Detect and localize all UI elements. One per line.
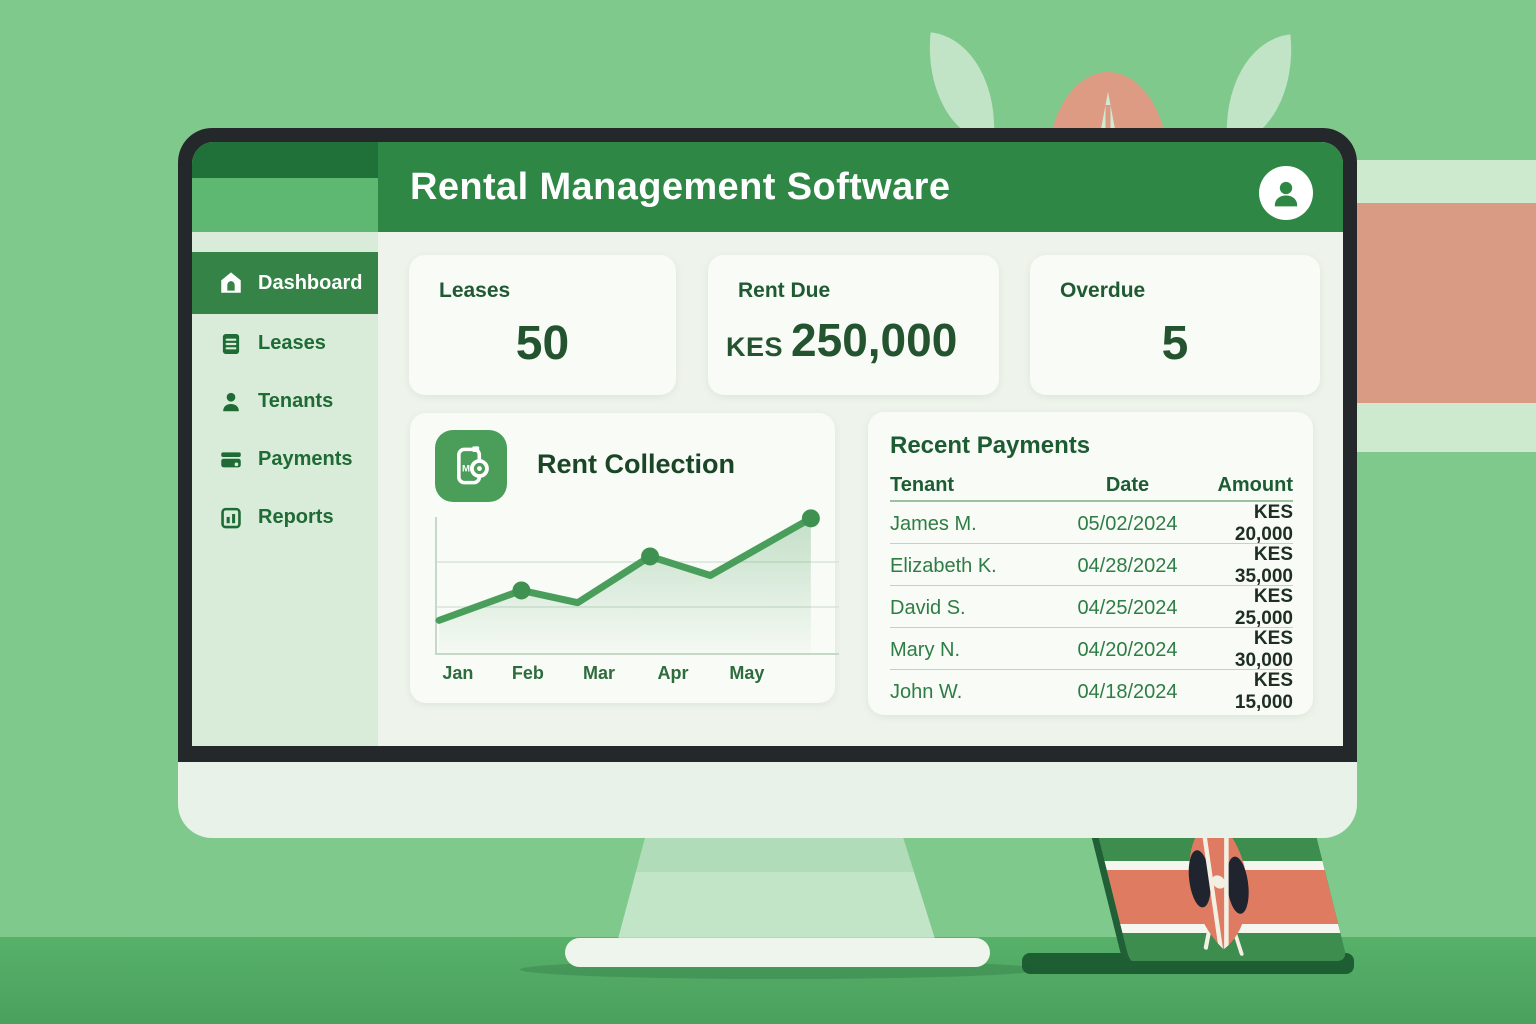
column-header-amount: Amount <box>1200 474 1293 497</box>
mobile-money-phone-icon: M <box>435 430 507 502</box>
x-axis-label: Apr <box>657 663 688 684</box>
sidebar-item-label: Leases <box>258 332 326 355</box>
svg-text:M: M <box>462 464 470 475</box>
rent-collection-card: M Rent Collection Jan Feb Mar Apr May <box>410 413 835 703</box>
x-axis-label: Feb <box>512 663 544 684</box>
x-axis-label: Jan <box>442 663 473 684</box>
table-row[interactable]: John W.04/18/2024KES 15,000 <box>890 670 1293 711</box>
home-icon <box>218 270 244 296</box>
tenant-cell: Elizabeth K. <box>890 555 1055 578</box>
stat-card-rent-due: Rent Due KES 250,000 <box>708 255 999 395</box>
x-axis-label: Mar <box>583 663 615 684</box>
sidebar-item-dashboard[interactable]: Dashboard <box>192 252 378 314</box>
table-title: Recent Payments <box>890 432 1090 460</box>
monitor-bezel: Rental Management Software Dashboard <box>178 128 1357 762</box>
date-cell: 04/18/2024 <box>1055 681 1200 704</box>
sidebar-item-label: Tenants <box>258 390 333 413</box>
stat-label: Leases <box>439 279 510 303</box>
screen: Rental Management Software Dashboard <box>192 142 1343 746</box>
user-avatar[interactable] <box>1259 166 1313 220</box>
chart-data-point <box>641 547 659 565</box>
sidebar-item-reports[interactable]: Reports <box>192 489 378 546</box>
page-title: Rental Management Software <box>410 142 950 232</box>
sidebar-item-leases[interactable]: Leases <box>192 315 378 372</box>
stat-card-overdue: Overdue 5 <box>1030 255 1320 395</box>
recent-payments-card: Recent Payments Tenant Date Amount James… <box>868 412 1313 715</box>
lease-document-icon <box>218 331 244 357</box>
person-icon <box>218 389 244 415</box>
amount-cell: KES 20,000 <box>1200 502 1293 546</box>
credit-card-icon <box>218 447 244 473</box>
sidebar-item-payments[interactable]: Payments <box>192 431 378 488</box>
stat-value: KES 250,000 <box>726 313 957 367</box>
table-row[interactable]: Elizabeth K.04/28/2024KES 35,000 <box>890 544 1293 586</box>
chart-data-point <box>802 509 820 527</box>
date-cell: 04/25/2024 <box>1055 597 1200 620</box>
chart-data-point <box>512 581 530 599</box>
date-cell: 05/02/2024 <box>1055 513 1200 536</box>
amount-cell: KES 30,000 <box>1200 628 1293 672</box>
user-avatar-icon <box>1266 173 1306 213</box>
monitor-stand-neck <box>618 838 935 939</box>
table-row[interactable]: James M.05/02/2024KES 20,000 <box>890 502 1293 544</box>
tenant-cell: John W. <box>890 681 1055 704</box>
table-row[interactable]: Mary N.04/20/2024KES 30,000 <box>890 628 1293 670</box>
table-row[interactable]: David S.04/25/2024KES 25,000 <box>890 586 1293 628</box>
table-header-row: Tenant Date Amount <box>890 470 1293 502</box>
amount-cell: KES 15,000 <box>1200 670 1293 714</box>
amount-cell: KES 25,000 <box>1200 586 1293 630</box>
chart-title: Rent Collection <box>537 449 735 480</box>
sidebar: Dashboard Leases Tenants <box>192 232 378 746</box>
sidebar-header-light <box>192 178 378 232</box>
payments-table: Tenant Date Amount James M.05/02/2024KES… <box>890 470 1293 711</box>
sidebar-header-dark <box>192 142 378 178</box>
column-header-date: Date <box>1055 474 1200 497</box>
tenant-cell: James M. <box>890 513 1055 536</box>
sidebar-item-label: Payments <box>258 448 353 471</box>
date-cell: 04/28/2024 <box>1055 555 1200 578</box>
payments-table-body: James M.05/02/2024KES 20,000Elizabeth K.… <box>890 502 1293 711</box>
x-axis-label: May <box>729 663 764 684</box>
column-header-tenant: Tenant <box>890 474 1055 497</box>
currency-label: KES <box>726 332 783 363</box>
monitor: Rental Management Software Dashboard <box>178 128 1357 838</box>
tenant-cell: Mary N. <box>890 639 1055 662</box>
tenant-cell: David S. <box>890 597 1055 620</box>
report-chart-icon <box>218 505 244 531</box>
stat-label: Overdue <box>1060 279 1145 303</box>
amount-cell: KES 35,000 <box>1200 544 1293 588</box>
x-axis-labels: Jan Feb Mar Apr May <box>435 663 837 687</box>
stat-label: Rent Due <box>738 279 830 303</box>
sidebar-item-label: Reports <box>258 506 334 529</box>
chart-area-fill <box>439 518 811 653</box>
rent-chart-svg <box>437 517 839 653</box>
main-content: Leases 50 Rent Due KES 250,000 Overdue 5 <box>378 232 1343 746</box>
stat-value: 50 <box>409 316 676 371</box>
date-cell: 04/20/2024 <box>1055 639 1200 662</box>
stat-card-leases: Leases 50 <box>409 255 676 395</box>
amount-value: 250,000 <box>791 313 957 367</box>
monitor-stand-base <box>565 938 990 967</box>
sidebar-item-tenants[interactable]: Tenants <box>192 373 378 430</box>
stat-value: 5 <box>1030 316 1320 371</box>
rent-chart-plot <box>435 517 839 655</box>
sidebar-item-label: Dashboard <box>258 272 362 295</box>
